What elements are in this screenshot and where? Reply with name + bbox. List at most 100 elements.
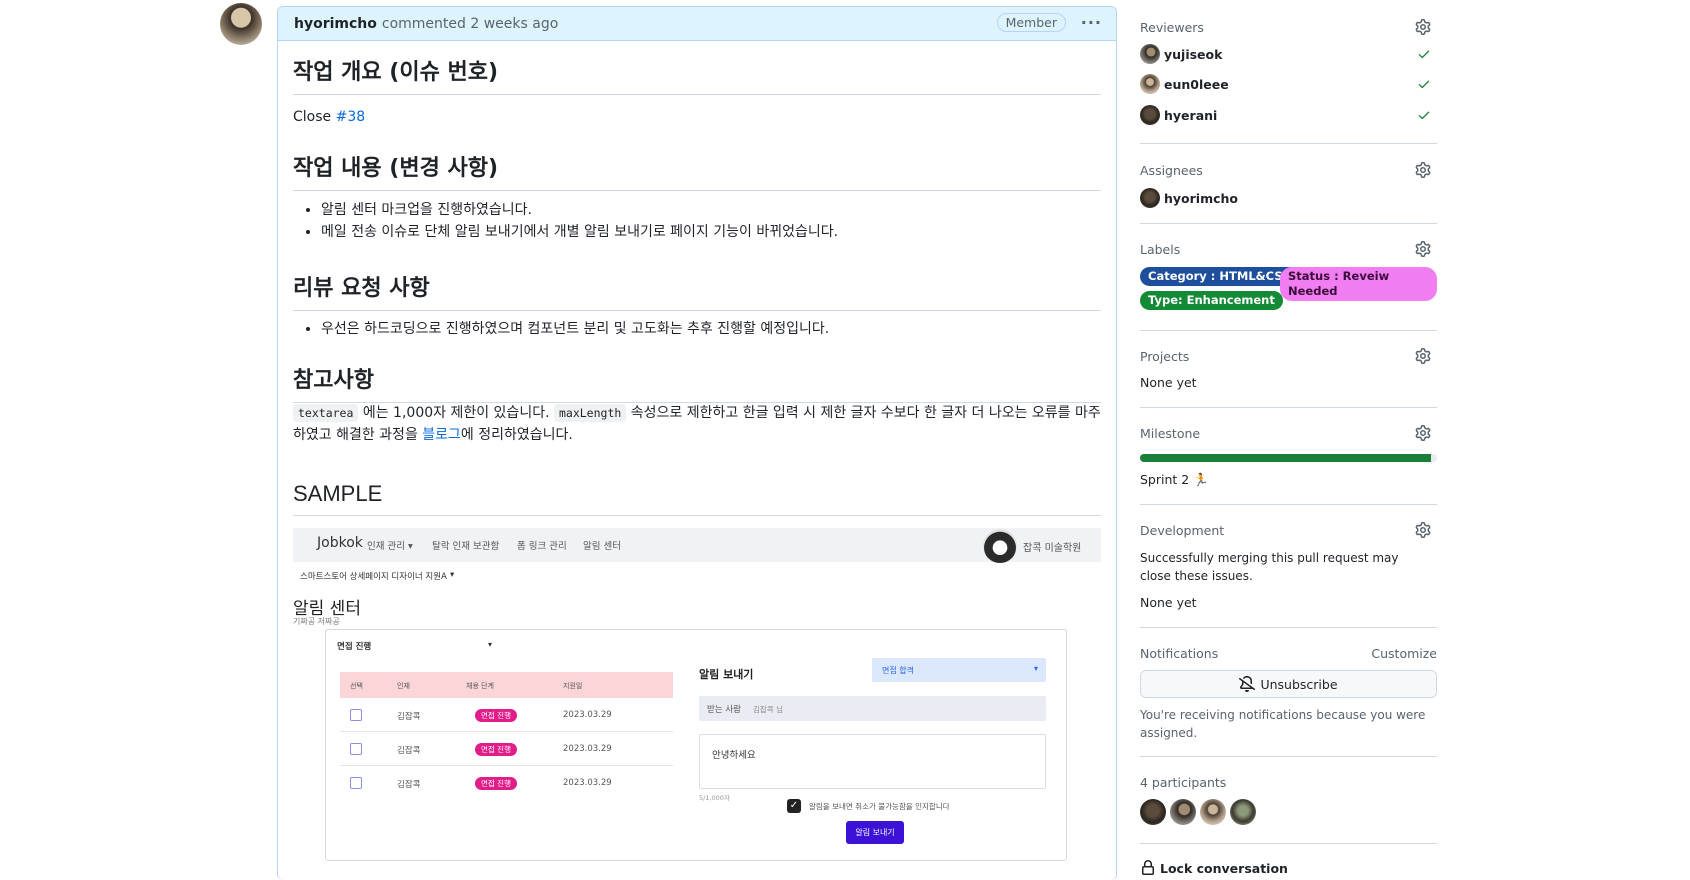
unsubscribe-label: Unsubscribe xyxy=(1260,676,1338,692)
blog-link[interactable]: 블로그 xyxy=(422,427,461,443)
divider xyxy=(1140,504,1437,505)
lock-conversation[interactable]: Lock conversation xyxy=(1140,860,1288,876)
labels-section: Labels Category : HTML&CSS Status : Reve… xyxy=(1140,242,1437,312)
sample-send-select: 면접 합격 ▾ xyxy=(872,658,1046,682)
list-item: 우선은 하드코딩으로 진행하였으며 컴포넌트 분리 및 고도화는 추후 진행할 … xyxy=(321,318,1101,340)
assignee[interactable]: hyorimcho xyxy=(1140,188,1238,208)
sample-cell: 김잡콕 xyxy=(397,746,421,756)
development-value: None yet xyxy=(1140,595,1197,610)
reviewers-section: Reviewers yujiseok eun0leee hyerani xyxy=(1140,19,1437,125)
sample-nav-item: 탈락 인재 보관함 xyxy=(432,541,500,552)
sample-recipient-value: 김잡콕 님 xyxy=(753,705,783,714)
gear-icon[interactable] xyxy=(1415,241,1431,257)
participants-section: 4 participants xyxy=(1140,775,1437,830)
notes-text-3: 에 정리하였습니다. xyxy=(460,427,573,443)
development-section: Development Successfully merging this pu… xyxy=(1140,523,1437,613)
sample-th: 채용 단계 xyxy=(466,682,494,690)
participant-avatar[interactable] xyxy=(1230,799,1256,825)
divider xyxy=(1140,843,1437,844)
check-icon xyxy=(1417,77,1431,91)
sample-message-box: 안녕하세요 xyxy=(699,734,1046,789)
assignees-section: Assignees hyorimcho xyxy=(1140,163,1437,209)
code-maxlength: maxLength xyxy=(553,404,627,422)
list-item: 메일 전송 이슈로 단체 알림 보내기에서 개별 알림 보내기로 페이지 기능이… xyxy=(321,221,1101,243)
sample-table-row: 김잡콕 면접 진행 2023.03.29 xyxy=(340,732,673,766)
sample-send-button: 알림 보내기 xyxy=(846,821,904,844)
label-type[interactable]: Type: Enhancement xyxy=(1140,291,1283,310)
sample-nav-item: 폼 링크 관리 xyxy=(517,541,567,552)
development-title[interactable]: Development xyxy=(1140,523,1224,538)
sample-subheader: 스마트스토어 상세페이지 디자이너 지원A xyxy=(300,572,447,582)
reviewer-name: eun0leee xyxy=(1164,76,1229,92)
reviewer[interactable]: eun0leee xyxy=(1140,74,1229,94)
reviewer[interactable]: hyerani xyxy=(1140,105,1217,125)
milestone-progress-bar xyxy=(1140,454,1437,462)
assignees-title[interactable]: Assignees xyxy=(1140,163,1203,178)
member-badge: Member xyxy=(996,13,1066,32)
author-avatar[interactable] xyxy=(220,3,262,45)
unsubscribe-button[interactable]: Unsubscribe xyxy=(1140,670,1437,698)
comment-author[interactable]: hyorimcho xyxy=(294,16,377,32)
assignee-name: hyorimcho xyxy=(1164,190,1239,206)
sample-th: 선택 xyxy=(350,682,363,690)
participant-avatar[interactable] xyxy=(1200,799,1226,825)
participant-avatar[interactable] xyxy=(1170,799,1196,825)
sample-confirm-check-icon: ✓ xyxy=(787,799,801,813)
notifications-title: Notifications xyxy=(1140,646,1219,661)
gear-icon[interactable] xyxy=(1415,162,1431,178)
gear-icon[interactable] xyxy=(1415,19,1431,35)
participants-title: 4 participants xyxy=(1140,775,1227,790)
changes-list-wrap: 알림 센터 마크업을 진행하였습니다. 메일 전송 이슈로 단체 알림 보내기에… xyxy=(293,199,1101,243)
notification-reason: You're receiving notifications because y… xyxy=(1140,708,1426,740)
gear-icon[interactable] xyxy=(1415,425,1431,441)
heading-overview: 작업 개요 (이슈 번호) xyxy=(293,54,1101,95)
sample-image[interactable]: Jobkok 인재 관리 ▾ 탈락 인재 보관함 폼 링크 관리 알림 센터 잡… xyxy=(293,528,1101,880)
label-status[interactable]: Status : Reveiw Needed xyxy=(1280,267,1437,301)
reviewers-title[interactable]: Reviewers xyxy=(1140,20,1204,35)
customize-link[interactable]: Customize xyxy=(1371,646,1437,661)
sample-checkbox xyxy=(350,743,362,755)
projects-title[interactable]: Projects xyxy=(1140,349,1189,364)
sample-stage-pill: 면접 진행 xyxy=(475,743,517,756)
notifications-section: Notifications Customize Unsubscribe You'… xyxy=(1140,646,1437,740)
projects-section: Projects None yet xyxy=(1140,349,1437,393)
avatar xyxy=(1140,74,1160,94)
sample-stage-pill: 면접 진행 xyxy=(475,709,517,722)
divider xyxy=(1140,143,1437,144)
sample-nav-item: 인재 관리 ▾ xyxy=(367,541,413,552)
gear-icon[interactable] xyxy=(1415,348,1431,364)
reviewer[interactable]: yujiseok xyxy=(1140,44,1222,64)
section-review: 리뷰 요청 사항 xyxy=(293,270,1101,311)
label-category[interactable]: Category : HTML&CSS xyxy=(1140,267,1299,286)
divider xyxy=(1140,756,1437,757)
sample-select-caret-icon: ▾ xyxy=(1033,664,1038,673)
sample-cell: 2023.03.29 xyxy=(563,778,612,788)
sample-stage-pill: 면접 진행 xyxy=(475,777,517,790)
sample-table-row: 김잡콕 면접 진행 2023.03.29 xyxy=(340,766,673,800)
sample-avatar xyxy=(983,529,1017,563)
check-icon xyxy=(1417,47,1431,61)
comment-meta[interactable]: commented 2 weeks ago xyxy=(382,16,558,32)
participant-avatar[interactable] xyxy=(1140,799,1166,825)
divider xyxy=(1140,407,1437,408)
milestone-name[interactable]: Sprint 2 🏃 xyxy=(1140,472,1209,488)
sample-cell: 김잡콕 xyxy=(397,780,421,790)
gear-icon[interactable] xyxy=(1415,522,1431,538)
code-textarea: textarea xyxy=(293,404,359,422)
milestone-progress-fill xyxy=(1140,454,1432,462)
sample-cell: 김잡콕 xyxy=(397,712,421,722)
sample-cell: 2023.03.29 xyxy=(563,710,612,720)
issue-link[interactable]: #38 xyxy=(336,109,366,125)
sample-table-row: 김잡콕 면접 진행 2023.03.29 xyxy=(340,698,673,732)
divider xyxy=(1140,330,1437,331)
sample-message: 안녕하세요 xyxy=(712,750,756,761)
bell-slash-icon xyxy=(1239,676,1256,692)
avatar xyxy=(1140,44,1160,64)
sample-filter: 면접 진행 xyxy=(337,642,372,652)
comment-header: hyorimcho commented 2 weeks ago Member ·… xyxy=(278,7,1116,41)
close-line: Close #38 xyxy=(293,106,1101,128)
kebab-menu-icon[interactable]: ··· xyxy=(1081,13,1102,32)
labels-title[interactable]: Labels xyxy=(1140,242,1180,257)
sample-logo: Jobkok xyxy=(317,535,363,551)
milestone-title[interactable]: Milestone xyxy=(1140,426,1200,441)
